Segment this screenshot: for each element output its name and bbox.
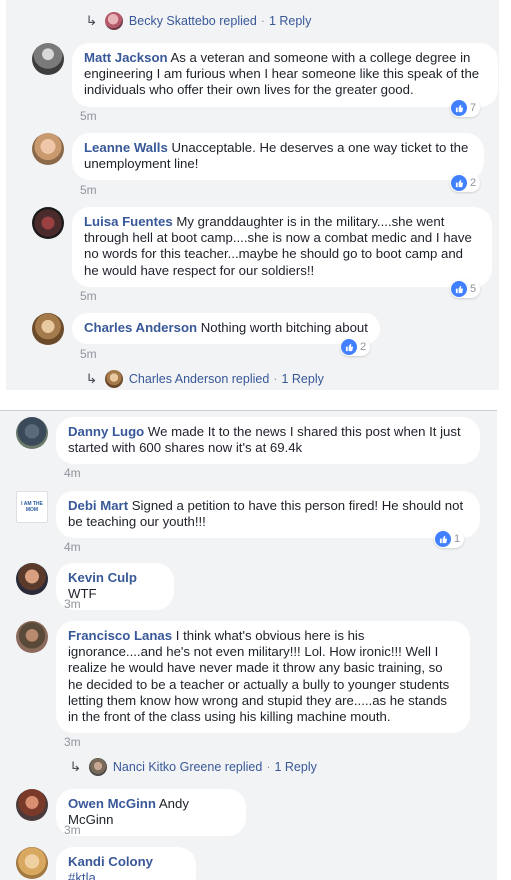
comment-time[interactable]: 5m [80,183,97,197]
commenter-name[interactable]: Charles Anderson [84,320,197,335]
commenter-name[interactable]: Matt Jackson [84,50,168,65]
commenter-name[interactable]: Francisco Lanas [68,628,172,643]
avatar[interactable] [16,563,48,595]
avatar[interactable] [16,847,48,879]
view-replies-becky[interactable]: ↳ Becky Skattebo replied · 1 Reply [85,12,312,30]
comment-bubble: Luisa Fuentes My granddaughter is in the… [72,207,492,287]
reply-count: 1 Reply [268,14,312,28]
reply-author: Charles Anderson [128,372,229,386]
hashtag-link[interactable]: #ktla [68,870,96,880]
comment-bubble: Kandi Colony #ktla [56,847,196,880]
avatar[interactable] [16,417,48,449]
reply-count: 1 Reply [281,372,324,386]
commenter-name[interactable]: Danny Lugo [68,424,144,439]
avatar[interactable] [32,43,64,75]
comment-time[interactable]: 5m [80,109,97,123]
logo-text: I AM THE MOM [21,501,43,513]
comment-bubble: Francisco Lanas I think what's obvious h… [56,621,470,734]
like-thumb-icon [435,531,451,547]
reply-verb: replied [224,760,263,774]
comment-bubble: Charles Anderson Nothing worth bitching … [72,313,380,345]
avatar[interactable] [32,313,64,345]
like-count: 5 [470,283,477,295]
avatar[interactable]: I AM THE MOM [16,491,48,523]
avatar [104,370,123,388]
commenter-name[interactable]: Leanne Walls [84,140,168,155]
reaction-count[interactable]: 7 [450,99,481,117]
like-thumb-icon [451,100,467,116]
comment-time[interactable]: 4m [64,466,81,480]
reply-arrow-icon: ↳ [85,13,98,28]
reaction-count[interactable]: 1 [434,530,465,548]
comment-time[interactable]: 3m [64,823,81,837]
avatar[interactable] [16,621,48,653]
reply-arrow-icon: ↳ [69,759,82,774]
comment-text: Signed a petition to have this person fi… [68,498,464,530]
comment-bubble: Matt Jackson As a veteran and someone wi… [72,43,498,107]
commenter-name[interactable]: Kandi Colony [68,854,153,869]
like-count: 2 [360,341,367,353]
view-replies-nanci[interactable]: ↳ Nanci Kitko Greene replied · 1 Reply [69,758,317,776]
reply-author: Nanci Kitko Greene [112,760,222,774]
reply-arrow-icon: ↳ [85,371,98,386]
like-count: 7 [470,102,477,114]
reply-count: 1 Reply [274,760,317,774]
commenter-name[interactable]: Debi Mart [68,498,128,513]
separator: · [266,760,271,774]
comment-bubble: Debi Mart Signed a petition to have this… [56,491,480,539]
comment-bubble: Danny Lugo We made It to the news I shar… [56,417,480,465]
comment-time[interactable]: 5m [80,289,97,303]
reaction-count[interactable]: 2 [450,174,481,192]
comment-bubble: Leanne Walls Unacceptable. He deserves a… [72,133,484,181]
commenter-name[interactable]: Kevin Culp [68,570,137,585]
like-count: 2 [470,177,477,189]
avatar [104,12,123,30]
avatar [88,758,107,776]
like-thumb-icon [451,281,467,297]
reply-author: Becky Skattebo [128,14,216,28]
comment-time[interactable]: 3m [64,597,81,611]
view-replies-charles[interactable]: ↳ Charles Anderson replied · 1 Reply [85,370,324,388]
separator: · [273,372,278,386]
like-count: 1 [454,533,461,545]
comment-thread-bottom: Danny Lugo We made It to the news I shar… [0,410,497,880]
like-thumb-icon [341,339,357,355]
comment-thread-top: ↳ Becky Skattebo replied · 1 Reply Matt … [6,0,499,390]
commenter-name[interactable]: Owen McGinn [68,796,156,811]
comment-time[interactable]: 3m [64,735,81,749]
avatar[interactable] [32,207,64,239]
reaction-count[interactable]: 2 [340,338,371,356]
comment-time[interactable]: 5m [80,347,97,361]
comment-text: Nothing worth bitching about [200,320,368,335]
commenter-name[interactable]: Luisa Fuentes [84,214,173,229]
comment-time[interactable]: 4m [64,540,81,554]
reply-verb: replied [231,372,270,386]
avatar[interactable] [32,133,64,165]
separator: · [260,14,265,28]
comment-bubble: Owen McGinn Andy McGinn [56,789,246,837]
reaction-count[interactable]: 5 [450,280,481,298]
like-thumb-icon [451,175,467,191]
avatar[interactable] [16,789,48,821]
reply-verb: replied [219,14,257,28]
